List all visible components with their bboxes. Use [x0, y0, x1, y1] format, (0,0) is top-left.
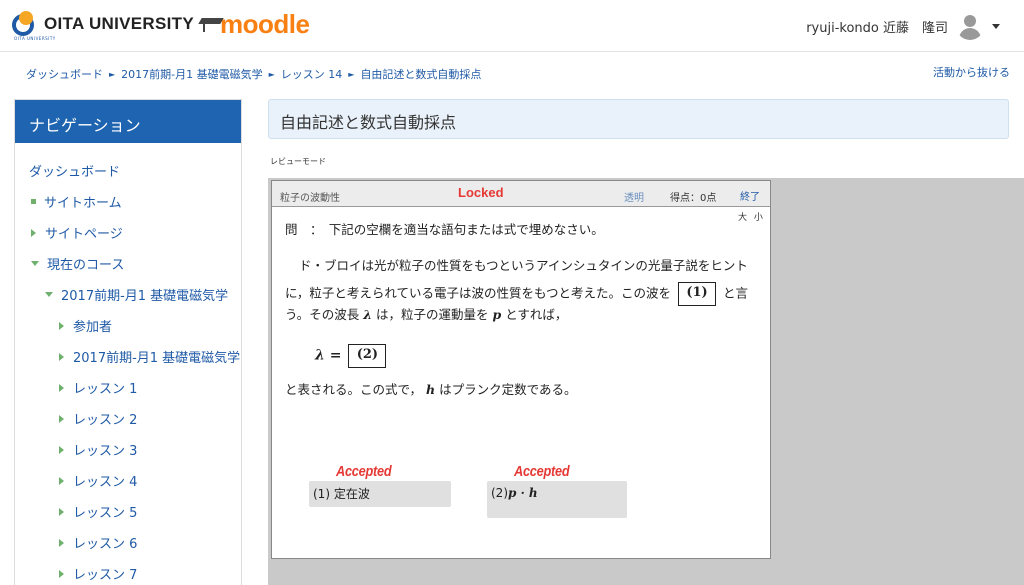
navigation-title: ナビゲーション [15, 100, 241, 143]
breadcrumb-separator-icon: ► [268, 69, 275, 79]
navigation-list: ダッシュボード サイトホーム サイトページ 現在のコース 2017前期-月1 基… [15, 143, 241, 585]
blank-2: (2) [348, 344, 387, 368]
moodle-hat-icon [198, 15, 224, 33]
answer-field-2[interactable]: (2)p · h [487, 481, 627, 518]
question-line-3: う。その波長 λ は，粒子の運動量を p とすれば， [285, 307, 568, 322]
breadcrumb-item-current[interactable]: 自由記述と数式自動採点 [360, 66, 481, 82]
question-line-1: ド・ブロイは光が粒子の性質をもつというアインシュタインの光量子説をヒント [299, 258, 748, 273]
breadcrumb-item-course[interactable]: 2017前期-月1 基礎電磁気学 [121, 66, 262, 82]
expand-arrow-icon[interactable] [59, 569, 64, 578]
accepted-badge-1: Accepted [336, 463, 392, 480]
expand-arrow-icon[interactable] [59, 383, 64, 392]
breadcrumb-item-lesson[interactable]: レッスン 14 [281, 66, 343, 82]
exit-activity-link[interactable]: 活動から抜ける [933, 64, 1010, 80]
nav-item-lesson-2[interactable]: レッスン 2 [15, 403, 241, 434]
nav-item-lesson-7[interactable]: レッスン 7 [15, 558, 241, 585]
question-prompt: 問 ： 下記の空欄を適当な語句または式で埋めなさい。 [285, 222, 604, 237]
nav-item-current-course[interactable]: 現在のコース [15, 248, 241, 279]
breadcrumb: ダッシュボード ► 2017前期-月1 基礎電磁気学 ► レッスン 14 ► 自… [26, 66, 481, 82]
page-title: 自由記述と数式自動採点 [268, 99, 1009, 139]
nav-item-lesson-4[interactable]: レッスン 4 [15, 465, 241, 496]
nav-item-course[interactable]: 2017前期-月1 基礎電磁気学 [15, 279, 241, 310]
expand-arrow-icon[interactable] [59, 445, 64, 454]
oita-logo-icon [12, 11, 38, 37]
expand-arrow-icon[interactable] [59, 538, 64, 547]
expand-arrow-icon[interactable] [59, 476, 64, 485]
answer-field-1[interactable]: (1) 定在波 [309, 481, 451, 507]
navigation-block: ナビゲーション ダッシュボード サイトホーム サイトページ 現在のコース 201… [14, 99, 242, 585]
question-toolbar: 粒子の波動性 Locked 透明 得点：0点 終了 [272, 181, 770, 207]
nav-item-course-section[interactable]: 2017前期-月1 基礎電磁気学 [15, 341, 241, 372]
locked-badge: Locked [458, 185, 504, 200]
nav-item-site-home[interactable]: サイトホーム [15, 186, 241, 217]
expand-arrow-icon[interactable] [59, 507, 64, 516]
transparent-button[interactable]: 透明 [624, 189, 644, 204]
bullet-icon [31, 199, 36, 204]
question-line-4: と表される。この式で， h はプランク定数である。 [285, 382, 577, 397]
question-line-2: に，粒子と考えられている電子は波の性質をもつと考えた。この波を (1) と言 [285, 282, 748, 306]
logo-subtext: OITA UNIVERSITY [14, 36, 56, 41]
review-mode-label: レビューモード [270, 157, 326, 166]
finish-button[interactable]: 終了 [740, 188, 760, 203]
nav-item-lesson-5[interactable]: レッスン 5 [15, 496, 241, 527]
nav-item-lesson-1[interactable]: レッスン 1 [15, 372, 241, 403]
collapse-arrow-icon[interactable] [31, 261, 39, 266]
font-size-small-button[interactable]: 小 [754, 213, 765, 223]
nav-item-dashboard[interactable]: ダッシュボード [15, 155, 241, 186]
question-frame: 粒子の波動性 Locked 透明 得点：0点 終了 大 小 問 ： 下記の空欄を… [271, 180, 771, 559]
font-size-large-button[interactable]: 大 [738, 213, 749, 223]
breadcrumb-item-dashboard[interactable]: ダッシュボード [26, 66, 103, 82]
blank-1: (1) [678, 282, 716, 306]
breadcrumb-separator-icon: ► [348, 69, 355, 79]
score-label: 得点：0点 [670, 193, 717, 204]
nav-item-lesson-6[interactable]: レッスン 6 [15, 527, 241, 558]
collapse-arrow-icon[interactable] [45, 292, 53, 297]
moodle-logo-text: moodle [219, 8, 310, 39]
nav-item-site-pages[interactable]: サイトページ [15, 217, 241, 248]
user-menu[interactable]: ryuji-kondo 近藤 隆司 [806, 12, 1000, 40]
site-header: OITA UNIVERSITY moodle OITA UNIVERSITY r… [0, 0, 1024, 52]
accepted-badge-2: Accepted [514, 463, 570, 480]
nav-item-participants[interactable]: 参加者 [15, 310, 241, 341]
site-logo[interactable]: OITA UNIVERSITY moodle [12, 8, 310, 40]
question-topic: 粒子の波動性 [280, 193, 340, 204]
expand-arrow-icon[interactable] [59, 352, 64, 361]
breadcrumb-separator-icon: ► [109, 69, 116, 79]
user-name[interactable]: ryuji-kondo 近藤 隆司 [806, 17, 948, 36]
chevron-down-icon[interactable] [992, 23, 1000, 29]
logo-text: OITA UNIVERSITY [44, 14, 194, 33]
expand-arrow-icon[interactable] [59, 414, 64, 423]
expand-arrow-icon[interactable] [31, 228, 36, 237]
font-size-control: 大 小 [738, 210, 765, 223]
equation: λ = (2) [315, 344, 387, 368]
nav-item-lesson-3[interactable]: レッスン 3 [15, 434, 241, 465]
expand-arrow-icon[interactable] [59, 321, 64, 330]
avatar-icon[interactable] [956, 12, 984, 40]
